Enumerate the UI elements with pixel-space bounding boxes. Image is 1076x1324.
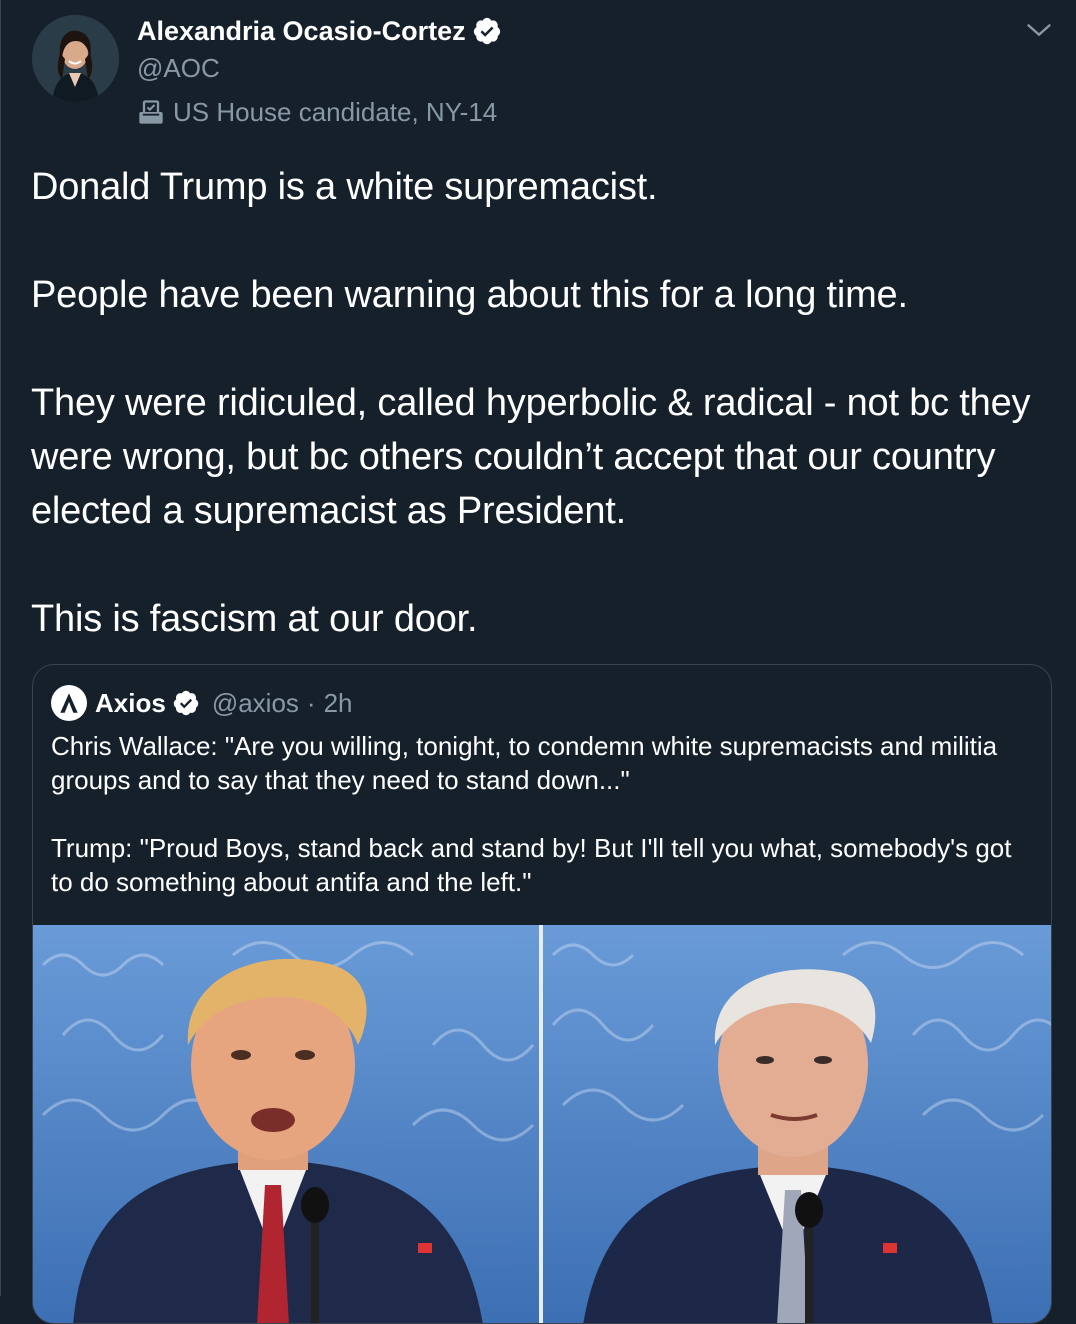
author-label: US House candidate, NY-14	[137, 92, 502, 132]
quoted-tweet-header: Axios @axios · 2h	[51, 683, 353, 723]
quoted-timestamp[interactable]: 2h	[324, 688, 353, 719]
media-right-panel	[543, 925, 1051, 1323]
tweet-paragraph: Donald Trump is a white supremacist.	[31, 166, 658, 208]
tweet-header: Alexandria Ocasio-Cortez @AOC US House c…	[137, 12, 502, 132]
quoted-paragraph: Chris Wallace: "Are you willing, tonight…	[51, 731, 998, 795]
verified-badge-icon	[173, 690, 199, 716]
verified-badge-icon	[473, 17, 500, 45]
author-label-text: US House candidate, NY-14	[173, 96, 498, 127]
ballot-box-icon	[139, 100, 163, 124]
author-name-row: Alexandria Ocasio-Cortez	[137, 12, 502, 50]
tweet-card: Alexandria Ocasio-Cortez @AOC US House c…	[0, 0, 1076, 1324]
author-avatar[interactable]	[32, 15, 119, 102]
separator-dot: ·	[306, 687, 316, 718]
debate-photo-left-icon	[33, 925, 539, 1323]
tweet-body: Donald Trump is a white supremacist. Peo…	[31, 160, 1051, 646]
author-handle[interactable]: @AOC	[137, 50, 502, 86]
quoted-author-name[interactable]: Axios	[95, 688, 166, 719]
avatar-photo-icon	[32, 15, 119, 102]
media-left-panel	[33, 925, 539, 1323]
quoted-tweet[interactable]: Axios @axios · 2h Chris Wallace: "Are yo…	[32, 664, 1052, 1324]
quoted-tweet-body: Chris Wallace: "Are you willing, tonight…	[51, 729, 1031, 899]
quoted-author-handle[interactable]: @axios	[212, 688, 299, 719]
author-display-name[interactable]: Alexandria Ocasio-Cortez	[137, 16, 466, 47]
debate-photo-right-icon	[543, 925, 1051, 1323]
axios-logo-icon	[51, 685, 87, 721]
chevron-down-icon[interactable]	[1025, 16, 1053, 44]
tweet-paragraph: They were ridiculed, called hyperbolic &…	[31, 382, 1031, 532]
tweet-paragraph: This is fascism at our door.	[31, 598, 478, 640]
tweet-paragraph: People have been warning about this for …	[31, 274, 908, 316]
quoted-paragraph: Trump: "Proud Boys, stand back and stand…	[51, 833, 1012, 897]
quoted-media[interactable]	[33, 925, 1051, 1323]
